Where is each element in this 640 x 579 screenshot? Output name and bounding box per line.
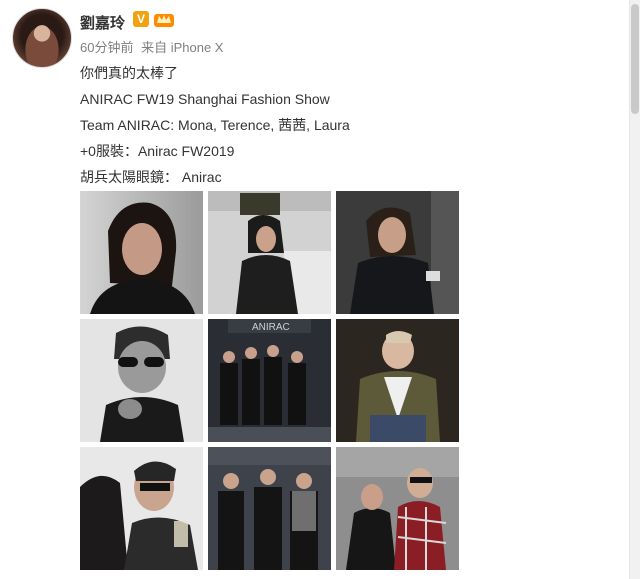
photo-woman-seated[interactable] bbox=[208, 191, 331, 314]
photo-grid: ANIRAC bbox=[80, 191, 461, 573]
photo-couple[interactable] bbox=[336, 447, 459, 570]
svg-text:ANIRAC: ANIRAC bbox=[252, 322, 290, 333]
vip-crown-icon[interactable] bbox=[153, 10, 175, 28]
photo-kiss[interactable] bbox=[80, 447, 203, 570]
verified-badge-icon[interactable]: V bbox=[133, 11, 149, 27]
photo-man-jacket[interactable] bbox=[336, 319, 459, 442]
photo-woman-show[interactable] bbox=[336, 191, 459, 314]
post-line: +0服裝：Anirac FW2019 bbox=[80, 143, 235, 159]
post-line: Team ANIRAC: Mona, Terence, 茜茜, Laura bbox=[80, 117, 350, 133]
author-name[interactable]: 劉嘉玲 bbox=[80, 12, 125, 33]
post-line: 胡兵太陽眼鏡： Anirac bbox=[80, 169, 222, 185]
photo-man-sunglasses[interactable] bbox=[80, 319, 203, 442]
post-meta: 60分钟前 来自 iPhone X bbox=[80, 37, 227, 56]
photo-group-three[interactable] bbox=[208, 447, 331, 570]
weibo-post-card: 劉嘉玲 V 60分钟前 来自 iPhone X 你們真的太棒了 ANIRAC F… bbox=[0, 0, 630, 579]
avatar[interactable] bbox=[12, 8, 72, 68]
scrollbar[interactable] bbox=[629, 0, 640, 579]
post-time[interactable]: 60分钟前 bbox=[80, 40, 133, 55]
photo-portrait-woman[interactable] bbox=[80, 191, 203, 314]
post-line: 你們真的太棒了 bbox=[80, 65, 178, 81]
scrollbar-thumb[interactable] bbox=[631, 4, 639, 114]
photo-group-stage[interactable]: ANIRAC bbox=[208, 319, 331, 442]
post-source[interactable]: 来自 iPhone X bbox=[141, 40, 223, 55]
post-line: ANIRAC FW19 Shanghai Fashion Show bbox=[80, 91, 330, 107]
post-text: 你們真的太棒了 ANIRAC FW19 Shanghai Fashion Sho… bbox=[80, 60, 350, 190]
